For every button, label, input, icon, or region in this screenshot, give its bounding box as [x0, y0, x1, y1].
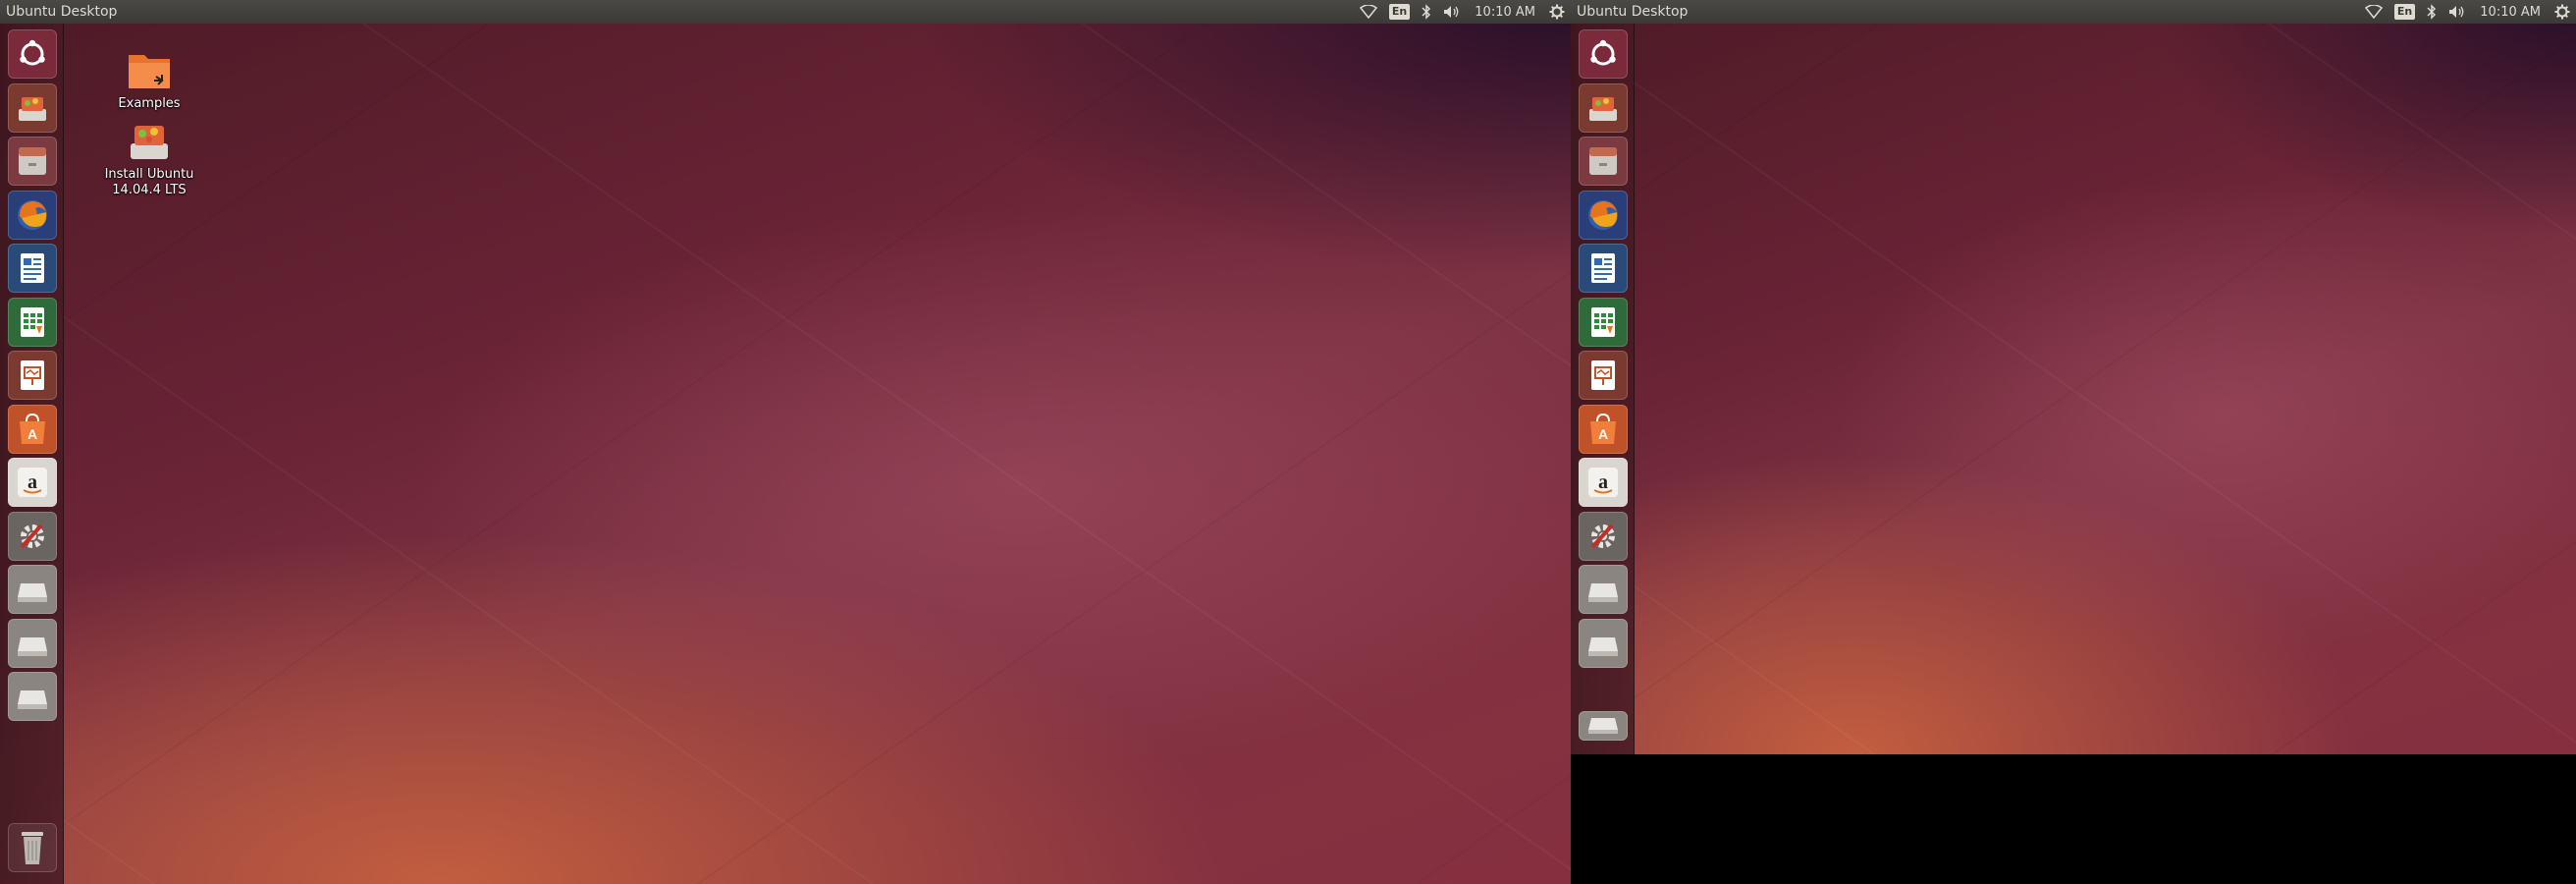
launcher-item-install-ubuntu[interactable] — [8, 83, 57, 133]
ubuntu-installer-icon — [19, 97, 46, 121]
calc-icon — [21, 307, 44, 337]
clock[interactable]: 10:10 AM — [1467, 0, 1543, 24]
keyboard-layout-indicator[interactable]: En — [2388, 0, 2421, 24]
keyboard-layout-label: En — [2393, 4, 2416, 20]
launcher-item-trash[interactable] — [8, 823, 57, 872]
launcher-item-dash-home[interactable] — [8, 29, 57, 79]
launcher-item-drive-2[interactable] — [1579, 619, 1628, 668]
desktop-icon-examples[interactable]: Examples — [90, 47, 208, 112]
drive-icon — [18, 583, 47, 602]
launcher-item-drive-2[interactable] — [8, 619, 57, 668]
launcher-item-drive-3[interactable] — [1579, 711, 1628, 741]
bluetooth-icon[interactable] — [1416, 0, 1437, 24]
svg-text:A: A — [1598, 426, 1608, 442]
bluetooth-icon[interactable] — [2421, 0, 2442, 24]
monitor-right: Ubuntu Desktop En 10:10 AM A a — [1571, 0, 2576, 754]
ubuntu-logo-icon — [20, 39, 45, 66]
launcher-item-install-ubuntu[interactable] — [1579, 83, 1628, 133]
drive-icon — [18, 637, 47, 656]
launcher-item-libreoffice-writer[interactable] — [8, 244, 57, 293]
launcher-item-libreoffice-impress[interactable] — [1579, 351, 1628, 400]
volume-icon[interactable] — [1437, 0, 1467, 24]
settings-icon — [1590, 524, 1615, 549]
impress-icon — [21, 360, 44, 390]
launcher-item-libreoffice-writer[interactable] — [1579, 244, 1628, 293]
firefox-icon — [1588, 200, 1618, 230]
keyboard-layout-label: En — [1388, 4, 1411, 20]
drive-icon — [1588, 718, 1618, 734]
impress-icon — [1591, 360, 1615, 390]
desktop-icon-label: Install Ubuntu 14.04.4 LTS — [104, 167, 194, 197]
network-wifi-icon[interactable] — [2359, 0, 2388, 24]
ubuntu-logo-icon — [1590, 39, 1616, 66]
gear-icon[interactable] — [2549, 0, 2576, 24]
ubuntu-installer-icon — [131, 126, 168, 159]
amazon-icon: a — [1588, 468, 1618, 497]
svg-text:A: A — [27, 426, 37, 442]
launcher-item-files[interactable] — [8, 137, 57, 186]
ubuntu-installer-icon — [1589, 97, 1617, 121]
top-panel: Ubuntu Desktop En 10:10 AM — [0, 0, 1571, 24]
launcher-item-firefox[interactable] — [1579, 191, 1628, 240]
amazon-icon: a — [18, 468, 47, 497]
calc-icon — [1591, 307, 1615, 337]
launcher-item-system-settings[interactable] — [8, 512, 57, 561]
svg-text:a: a — [27, 471, 37, 493]
launcher-item-system-settings[interactable] — [1579, 512, 1628, 561]
trash-icon — [22, 832, 43, 864]
desktop-icon-label: Examples — [118, 96, 181, 111]
clock[interactable]: 10:10 AM — [2472, 0, 2549, 24]
network-wifi-icon[interactable] — [1354, 0, 1383, 24]
launcher-item-libreoffice-calc[interactable] — [8, 298, 57, 347]
drive-icon — [1588, 583, 1618, 602]
software-center-icon: A — [20, 413, 45, 444]
desktop-icon-install-ubuntu[interactable]: Install Ubuntu 14.04.4 LTS — [90, 120, 208, 198]
file-cabinet-icon — [1589, 147, 1617, 175]
keyboard-layout-indicator[interactable]: En — [1383, 0, 1416, 24]
gear-icon[interactable] — [1543, 0, 1571, 24]
launcher-item-files[interactable] — [1579, 137, 1628, 186]
desktop-wallpaper[interactable] — [0, 0, 1571, 884]
software-center-icon: A — [1590, 413, 1616, 444]
indicator-area: En 10:10 AM — [1354, 0, 1571, 24]
top-panel: Ubuntu Desktop En 10:10 AM — [1571, 0, 2576, 24]
svg-text:a: a — [1598, 471, 1608, 493]
panel-title: Ubuntu Desktop — [1577, 4, 1689, 20]
launcher-item-ubuntu-software-center[interactable]: A — [1579, 405, 1628, 454]
launcher: A a — [0, 24, 64, 884]
writer-icon — [1591, 253, 1615, 283]
launcher-item-amazon[interactable]: a — [8, 458, 57, 507]
launcher: A a — [1571, 24, 1635, 754]
firefox-icon — [18, 200, 47, 230]
launcher-item-amazon[interactable]: a — [1579, 458, 1628, 507]
launcher-item-drive-1[interactable] — [1579, 565, 1628, 614]
launcher-item-drive-3[interactable] — [8, 672, 57, 721]
desktop-wallpaper[interactable] — [1571, 0, 2576, 754]
launcher-item-drive-1[interactable] — [8, 565, 57, 614]
monitor-left: Ubuntu Desktop En 10:10 AM A a Examples … — [0, 0, 1571, 884]
indicator-area: En 10:10 AM — [2359, 0, 2576, 24]
launcher-item-firefox[interactable] — [8, 191, 57, 240]
launcher-item-libreoffice-impress[interactable] — [8, 351, 57, 400]
panel-title: Ubuntu Desktop — [6, 4, 118, 20]
settings-icon — [20, 524, 44, 549]
drive-icon — [18, 691, 47, 709]
writer-icon — [21, 253, 44, 283]
drive-icon — [1588, 637, 1618, 656]
volume-icon[interactable] — [2442, 0, 2472, 24]
file-cabinet-icon — [19, 147, 46, 175]
launcher-item-libreoffice-calc[interactable] — [1579, 298, 1628, 347]
launcher-item-ubuntu-software-center[interactable]: A — [8, 405, 57, 454]
folder-icon — [129, 55, 170, 88]
launcher-item-dash-home[interactable] — [1579, 29, 1628, 79]
inactive-screen-area — [1571, 754, 2576, 884]
